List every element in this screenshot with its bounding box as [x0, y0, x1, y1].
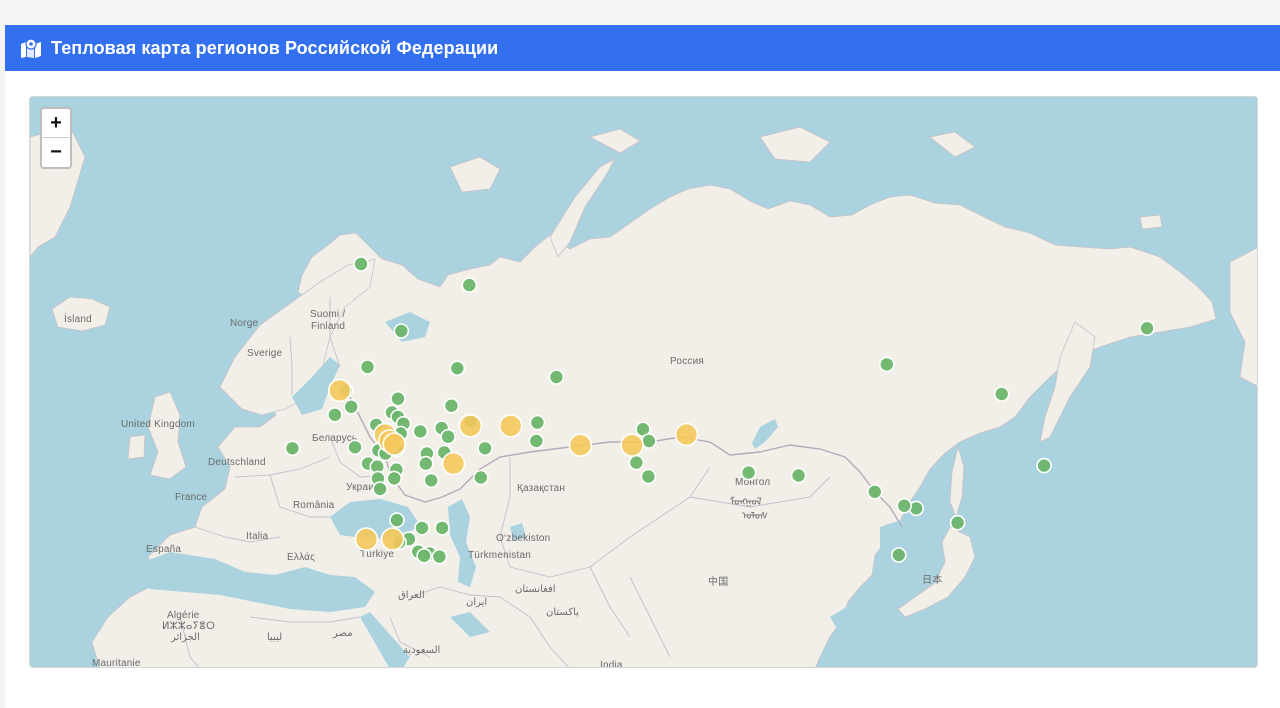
- zoom-control: + −: [40, 107, 72, 169]
- region-marker-low[interactable]: [417, 455, 434, 472]
- region-marker-low[interactable]: [477, 440, 493, 457]
- region-marker-low[interactable]: [890, 547, 907, 563]
- region-marker-low[interactable]: [528, 433, 545, 449]
- region-marker-high[interactable]: [354, 527, 379, 551]
- region-marker-low[interactable]: [1139, 320, 1155, 336]
- region-marker-low[interactable]: [740, 464, 757, 481]
- region-marker-low[interactable]: [461, 277, 478, 293]
- heatmap-map[interactable]: + − Россия Ísland Norge Suomi / Finland …: [29, 96, 1258, 668]
- card-header: Тепловая карта регионов Российской Федер…: [5, 25, 1280, 71]
- region-marker-low[interactable]: [416, 547, 432, 564]
- region-marker-low[interactable]: [390, 390, 406, 407]
- region-marker-low[interactable]: [353, 256, 369, 272]
- page-title: Тепловая карта регионов Российской Федер…: [51, 37, 499, 58]
- region-marker-low[interactable]: [896, 497, 913, 514]
- region-marker-high[interactable]: [620, 433, 644, 458]
- region-marker-high[interactable]: [382, 432, 407, 457]
- region-marker-low[interactable]: [443, 397, 460, 414]
- zoom-out-button[interactable]: −: [42, 138, 70, 167]
- region-marker-high[interactable]: [458, 414, 483, 438]
- region-marker-low[interactable]: [993, 386, 1010, 402]
- region-marker-low[interactable]: [1036, 457, 1052, 474]
- region-marker-low[interactable]: [949, 514, 966, 531]
- region-marker-high[interactable]: [327, 378, 352, 403]
- region-marker-low[interactable]: [548, 369, 565, 385]
- region-marker-low[interactable]: [412, 423, 429, 440]
- region-marker-low[interactable]: [343, 398, 360, 415]
- region-marker-low[interactable]: [878, 356, 895, 373]
- region-marker-low[interactable]: [866, 483, 883, 500]
- region-marker-low[interactable]: [790, 467, 807, 484]
- region-marker-low[interactable]: [449, 360, 466, 377]
- region-marker-low[interactable]: [327, 406, 343, 423]
- region-marker-low[interactable]: [641, 433, 657, 449]
- region-marker-low[interactable]: [628, 454, 645, 471]
- zoom-in-button[interactable]: +: [42, 109, 70, 138]
- region-marker-low[interactable]: [414, 520, 430, 536]
- region-marker-low[interactable]: [440, 428, 456, 445]
- region-marker-low[interactable]: [372, 481, 388, 497]
- region-marker-high[interactable]: [674, 422, 699, 447]
- region-marker-high[interactable]: [568, 433, 593, 458]
- region-marker-high[interactable]: [441, 451, 466, 476]
- region-marker-low[interactable]: [529, 414, 546, 431]
- heatmap-markers: [284, 256, 1155, 565]
- region-marker-low[interactable]: [284, 440, 301, 457]
- map-location-icon: [20, 38, 42, 58]
- region-marker-low[interactable]: [393, 323, 410, 339]
- region-marker-low[interactable]: [472, 469, 489, 486]
- region-marker-low[interactable]: [431, 548, 448, 565]
- region-marker-low[interactable]: [423, 472, 440, 489]
- region-marker-high[interactable]: [380, 527, 405, 551]
- region-marker-low[interactable]: [347, 439, 363, 456]
- region-marker-low[interactable]: [359, 359, 376, 375]
- region-marker-high[interactable]: [498, 414, 523, 438]
- region-marker-low[interactable]: [434, 520, 450, 536]
- region-marker-low[interactable]: [386, 470, 403, 487]
- region-marker-low[interactable]: [640, 468, 657, 485]
- region-marker-low[interactable]: [389, 512, 405, 528]
